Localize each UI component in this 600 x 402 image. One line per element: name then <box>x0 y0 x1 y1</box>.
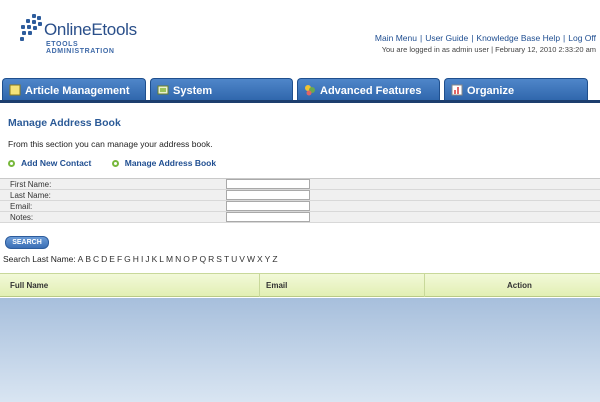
first-name-label: First Name: <box>10 180 52 189</box>
advanced-features-icon <box>305 85 315 96</box>
alpha-letters: ABCDEFGHIJKLMNOPQRSTUVWXYZ <box>78 254 280 264</box>
alpha-search-label: Search Last Name: <box>3 254 76 264</box>
notes-label: Notes: <box>10 213 34 222</box>
form-row-last-name: Last Name: <box>0 190 600 201</box>
page-title: Manage Address Book <box>8 117 121 129</box>
alpha-letter-a[interactable]: A <box>78 254 84 264</box>
logo[interactable]: OnlineEtools ETOOLS ADMINISTRATION <box>18 14 148 55</box>
log-off-link[interactable]: Log Off <box>568 33 596 43</box>
system-icon <box>157 85 169 95</box>
alpha-letter-j[interactable]: J <box>145 254 149 264</box>
alpha-letter-s[interactable]: S <box>216 254 222 264</box>
tab-label: Organize <box>467 85 515 97</box>
search-button[interactable]: SEARCH <box>5 236 49 249</box>
search-form: First Name: Last Name: Email: Notes: <box>0 178 600 223</box>
alpha-letter-q[interactable]: Q <box>200 254 207 264</box>
alpha-letter-g[interactable]: G <box>124 254 131 264</box>
page-intro: From this section you can manage your ad… <box>8 139 213 149</box>
tab-advanced-features[interactable]: Advanced Features <box>297 78 440 102</box>
last-name-label: Last Name: <box>10 191 51 200</box>
email-label: Email: <box>10 202 33 211</box>
bullet-icon <box>111 160 119 167</box>
user-guide-link[interactable]: User Guide <box>425 33 468 43</box>
notes-input[interactable] <box>226 212 310 222</box>
alpha-letter-h[interactable]: H <box>133 254 139 264</box>
alpha-search: Search Last Name: ABCDEFGHIJKLMNOPQRSTUV… <box>3 254 280 264</box>
results-table-header: Full Name Email Action <box>0 273 600 297</box>
brand-subtitle: ETOOLS ADMINISTRATION <box>46 41 115 55</box>
alpha-letter-m[interactable]: M <box>166 254 173 264</box>
manage-address-book-link[interactable]: Manage Address Book <box>111 158 216 168</box>
alpha-letter-w[interactable]: W <box>247 254 255 264</box>
tab-organize[interactable]: Organize <box>444 78 588 102</box>
tab-system[interactable]: System <box>150 78 293 102</box>
tab-bar-divider <box>0 100 600 103</box>
knowledge-base-help-link[interactable]: Knowledge Base Help <box>476 33 560 43</box>
login-info: You are logged in as admin user | Februa… <box>381 45 596 54</box>
alpha-letter-k[interactable]: K <box>152 254 158 264</box>
column-action: Action <box>507 281 532 290</box>
alpha-letter-d[interactable]: D <box>101 254 107 264</box>
alpha-letter-x[interactable]: X <box>257 254 263 264</box>
form-row-first-name: First Name: <box>0 179 600 190</box>
alpha-letter-z[interactable]: Z <box>272 254 277 264</box>
alpha-letter-r[interactable]: R <box>208 254 214 264</box>
article-icon <box>9 84 21 96</box>
tab-label: Article Management <box>25 85 130 97</box>
bullet-icon <box>8 160 15 167</box>
email-input[interactable] <box>226 201 310 211</box>
tab-label: Advanced Features <box>320 85 422 97</box>
header: OnlineEtools ETOOLS ADMINISTRATION Main … <box>0 0 600 76</box>
main-tabs: Article Management System Advanced Featu… <box>0 76 600 102</box>
form-row-email: Email: <box>0 201 600 212</box>
brand-title: OnlineEtools <box>44 20 137 39</box>
tab-article-management[interactable]: Article Management <box>2 78 146 102</box>
logo-mark-icon <box>18 14 44 44</box>
organize-icon <box>451 84 463 96</box>
column-full-name[interactable]: Full Name <box>10 281 48 290</box>
alpha-letter-v[interactable]: V <box>239 254 245 264</box>
alpha-letter-c[interactable]: C <box>93 254 99 264</box>
alpha-letter-b[interactable]: B <box>85 254 91 264</box>
first-name-input[interactable] <box>226 179 310 189</box>
alpha-letter-n[interactable]: N <box>175 254 181 264</box>
main-menu-link[interactable]: Main Menu <box>375 33 417 43</box>
alpha-letter-f[interactable]: F <box>117 254 122 264</box>
alpha-letter-y[interactable]: Y <box>265 254 271 264</box>
tab-label: System <box>173 85 213 97</box>
alpha-letter-i[interactable]: I <box>141 254 143 264</box>
page-background <box>0 298 600 402</box>
last-name-input[interactable] <box>226 190 310 200</box>
alpha-letter-t[interactable]: T <box>224 254 229 264</box>
column-email[interactable]: Email <box>266 281 287 290</box>
alpha-letter-o[interactable]: O <box>183 254 190 264</box>
alpha-letter-p[interactable]: P <box>192 254 198 264</box>
form-row-notes: Notes: <box>0 212 600 223</box>
alpha-letter-u[interactable]: U <box>231 254 237 264</box>
add-new-contact-link[interactable]: Add New Contact <box>8 158 91 168</box>
top-nav-links: Main Menu | User Guide | Knowledge Base Help… <box>374 33 596 43</box>
alpha-letter-l[interactable]: L <box>159 254 164 264</box>
action-links: Add New Contact Manage Address Book <box>8 158 234 168</box>
alpha-letter-e[interactable]: E <box>109 254 115 264</box>
